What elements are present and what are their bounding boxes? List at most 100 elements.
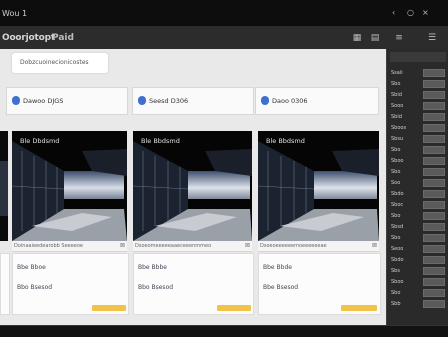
sidebar-property-field[interactable] xyxy=(423,91,445,99)
card-header-label: Daoo 0306 xyxy=(272,97,308,105)
sidebar-property-field[interactable] xyxy=(423,168,445,176)
image-panel-partial[interactable] xyxy=(0,131,8,241)
detail-row: Bbe Bboe xyxy=(17,264,46,271)
sidebar-property-row[interactable]: Sboo xyxy=(389,157,445,165)
image-panel-1[interactable]: Ble Dbdsmd xyxy=(12,131,127,241)
sidebar-property-row[interactable]: Sbo xyxy=(389,146,445,154)
card-info-bar-3: Dsoeoeeeeeemoeeeeeeae ⊠ xyxy=(258,241,379,252)
sidebar-property-field[interactable] xyxy=(423,80,445,88)
architecture-image xyxy=(12,131,127,241)
sidebar-property-row[interactable]: Sbid xyxy=(389,91,445,99)
card-header-3[interactable]: Daoo 0306 xyxy=(255,87,379,115)
sidebar-property-field[interactable] xyxy=(423,201,445,209)
sidebar-property-field[interactable] xyxy=(423,234,445,242)
sidebar-property-label: Sboc xyxy=(391,202,404,208)
sidebar-property-field[interactable] xyxy=(423,300,445,308)
sidebar-property-field[interactable] xyxy=(423,113,445,121)
location-dot-icon xyxy=(138,96,146,105)
sidebar-property-label: Sbo xyxy=(391,81,401,87)
sidebar-property-field[interactable] xyxy=(423,69,445,77)
close-icon[interactable]: ⊠ xyxy=(372,242,377,249)
app-brand-suffix: Paid xyxy=(52,33,74,43)
doc-icon[interactable]: ▤ xyxy=(368,32,382,44)
sidebar-property-field[interactable] xyxy=(423,245,445,253)
sidebar-property-row[interactable]: Sbo xyxy=(389,234,445,242)
card-header-1[interactable]: Dawoo DJGS xyxy=(6,87,128,115)
detail-row: Bbe Bsesod xyxy=(263,284,299,291)
sidebar-property-label: Sboos xyxy=(391,125,407,131)
sidebar-property-label: Sbo xyxy=(391,213,401,219)
card-header-label: Dawoo DJGS xyxy=(23,97,64,105)
sidebar-property-label: Sbo xyxy=(391,147,401,153)
location-dot-icon xyxy=(261,96,269,105)
sidebar-property-field[interactable] xyxy=(423,190,445,198)
sidebar-property-field[interactable] xyxy=(423,289,445,297)
window-title: Wou 1 xyxy=(2,9,28,18)
sidebar-property-field[interactable] xyxy=(423,267,445,275)
sidebar-property-row[interactable]: Sbo xyxy=(389,212,445,220)
card-info-text: Dsoeoeeeeeemoeeeeeeae xyxy=(260,243,327,249)
sidebar-property-label: Sbo xyxy=(391,235,401,241)
sidebar-property-label: Soo xyxy=(391,180,401,186)
sidebar-property-field[interactable] xyxy=(423,179,445,187)
sidebar-property-row[interactable]: Sbs xyxy=(389,267,445,275)
sidebar-property-field[interactable] xyxy=(423,146,445,154)
app-toolbar: Ooorjotopt Paid ▦ ▤ ≡ ☰ xyxy=(0,27,448,50)
status-tag xyxy=(92,305,126,311)
card-info-text: Dsoeomeeeeeaaeceeenmmeo xyxy=(135,243,212,249)
sidebar-property-label: Seoo xyxy=(391,246,404,252)
close-icon[interactable]: ⊠ xyxy=(245,242,250,249)
sidebar-property-label: Sbsu xyxy=(391,136,404,142)
sidebar-property-row[interactable]: Soo xyxy=(389,179,445,187)
sidebar-property-row[interactable]: Sbsd xyxy=(389,223,445,231)
card-header-2[interactable]: Seesd D306 xyxy=(132,87,254,115)
window-titlebar: Wou 1 ‹ ○ × xyxy=(0,0,448,27)
sidebar-property-field[interactable] xyxy=(423,124,445,132)
image-panel-3[interactable]: Ble Bbdsmd xyxy=(258,131,379,241)
sidebar-property-field[interactable] xyxy=(423,256,445,264)
sidebar-property-row[interactable]: Sboo xyxy=(389,278,445,286)
sidebar-property-field[interactable] xyxy=(423,212,445,220)
location-dot-icon xyxy=(12,96,20,105)
list-icon[interactable]: ≡ xyxy=(392,32,406,44)
window-minimize-icon[interactable]: ○ xyxy=(407,8,414,17)
grid-icon[interactable]: ▦ xyxy=(350,32,364,44)
status-tag xyxy=(217,305,251,311)
sidebar-property-row[interactable]: Sbid xyxy=(389,113,445,121)
sidebar-property-label: Sbsd xyxy=(391,224,404,230)
status-bar xyxy=(0,325,448,337)
sidebar-property-row[interactable]: Sbo xyxy=(389,289,445,297)
sidebar-property-row[interactable]: Sbo xyxy=(389,80,445,88)
sidebar-property-field[interactable] xyxy=(423,102,445,110)
sidebar-property-field[interactable] xyxy=(423,135,445,143)
architecture-image xyxy=(133,131,252,241)
sidebar-property-field[interactable] xyxy=(423,157,445,165)
app-brand: Ooorjotopt xyxy=(2,33,55,43)
window-back-icon[interactable]: ‹ xyxy=(392,8,395,17)
sidebar-property-label: Sboo xyxy=(391,158,404,164)
sidebar-property-row[interactable]: Ssaii xyxy=(389,69,445,77)
detail-row: Bbo Bsesod xyxy=(138,284,174,291)
image-panel-2[interactable]: Ble Bbdsmd xyxy=(133,131,252,241)
sidebar-property-row[interactable]: Sboos xyxy=(389,124,445,132)
sidebar-property-label: Sboo xyxy=(391,279,404,285)
close-icon[interactable]: ⊠ xyxy=(120,242,125,249)
image-title: Ble Bbdsmd xyxy=(266,137,305,145)
sidebar-property-row[interactable]: Sbdo xyxy=(389,190,445,198)
sidebar-property-row[interactable]: Sbsu xyxy=(389,135,445,143)
sidebar-property-row[interactable]: Seoo xyxy=(389,245,445,253)
sidebar-property-row[interactable]: Sboc xyxy=(389,201,445,209)
sidebar-property-row[interactable]: Sbb xyxy=(389,300,445,308)
sidebar-property-field[interactable] xyxy=(423,278,445,286)
card-info-text: Doinaaieedearobb Seeeeoe xyxy=(14,243,84,249)
sidebar-property-label: Sbb xyxy=(391,301,401,307)
sidebar-property-row[interactable]: Sbdo xyxy=(389,256,445,264)
detail-row: Bbe Bbbe xyxy=(138,264,167,271)
search-pill[interactable]: Dobzcuoinecionicostes xyxy=(12,53,108,73)
sidebar-property-field[interactable] xyxy=(423,223,445,231)
sidebar-property-row[interactable]: Sooo xyxy=(389,102,445,110)
sidebar-property-row[interactable]: Sbo xyxy=(389,168,445,176)
card-info-bar-1: Doinaaieedearobb Seeeeoe ⊠ xyxy=(12,241,127,252)
window-close-icon[interactable]: × xyxy=(422,8,429,17)
menu-icon[interactable]: ☰ xyxy=(425,32,439,44)
